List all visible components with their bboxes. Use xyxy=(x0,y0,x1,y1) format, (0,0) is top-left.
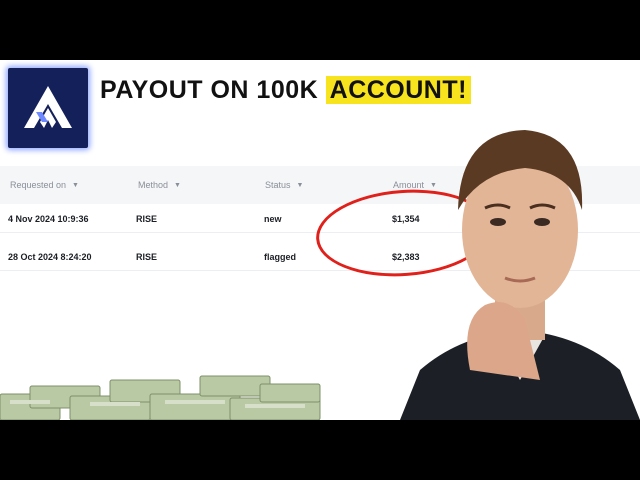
person-portrait xyxy=(400,130,640,420)
row-status: new xyxy=(264,214,282,224)
header-method[interactable]: Method ▼ xyxy=(138,180,181,190)
brand-logo xyxy=(8,68,88,148)
row-method: RISE xyxy=(136,214,158,224)
row-date: 28 Oct 2024 8:24:20 xyxy=(8,252,92,262)
row-status: flagged xyxy=(264,252,297,262)
cash-stacks-image xyxy=(0,375,321,420)
mountain-logo-icon xyxy=(24,86,72,128)
caret-down-icon: ▼ xyxy=(72,182,79,190)
headline-prefix: PAYOUT ON 100K xyxy=(100,76,319,104)
row-method: RISE xyxy=(136,252,158,262)
caret-down-icon: ▼ xyxy=(174,182,181,190)
row-date: 4 Nov 2024 10:9:36 xyxy=(8,214,89,224)
header-status[interactable]: Status ▼ xyxy=(265,180,303,190)
header-requested-on[interactable]: Requested on ▼ xyxy=(10,180,79,190)
caret-down-icon: ▼ xyxy=(296,182,304,190)
thumbnail-frame: PAYOUT ON 100K ACCOUNT! Requested on ▼ Me… xyxy=(0,60,640,420)
